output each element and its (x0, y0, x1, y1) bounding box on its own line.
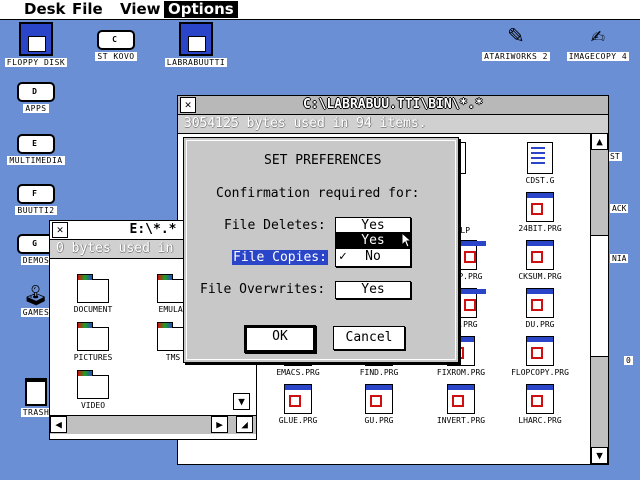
file-copies-popup-menu: Yes ✓ No (335, 232, 411, 267)
program-icon (526, 384, 554, 414)
drive-apps-icon[interactable]: D APPS (0, 82, 76, 113)
file-overwrites-label: File Overwrites: (200, 282, 326, 297)
file-item[interactable]: GLUE.PRG (263, 384, 333, 425)
program-icon (365, 384, 393, 414)
menu-bar: Desk File View Options (0, 0, 640, 20)
floppy-disk-icon[interactable]: FLOPPY DISK (0, 22, 76, 67)
atariworks-icon[interactable]: ✎ ATARIWORKS 2 (476, 20, 556, 61)
bin-window-titlebar[interactable]: ✕ C:\LABRABUU.TTI\BIN\*.* (178, 96, 608, 115)
drive-buutti2-icon[interactable]: F BUUTTI2 (0, 184, 76, 215)
scroll-up-icon[interactable]: ▲ (591, 133, 608, 150)
bin-scroll-thumb[interactable] (591, 235, 608, 357)
e-horizontal-scrollbar[interactable]: ◀ ▶ ◢ (50, 415, 256, 434)
scroll-down-icon[interactable]: ▼ (591, 447, 608, 464)
file-item[interactable]: GU.PRG (344, 384, 414, 425)
program-icon (526, 336, 554, 366)
bin-vertical-scrollbar[interactable]: ▲ ▼ (590, 133, 608, 464)
disk-glyph-icon (179, 22, 213, 56)
close-icon[interactable]: ✕ (52, 222, 68, 238)
imagecopy-icon[interactable]: ✍ IMAGECOPY 4 (558, 20, 638, 61)
program-icon (526, 240, 554, 270)
file-item[interactable]: LHARC.PRG (505, 384, 575, 425)
ok-button[interactable]: OK (244, 325, 316, 353)
dialog-subtitle: Confirmation required for: (216, 186, 420, 201)
popup-option-no[interactable]: ✓ No (336, 249, 410, 265)
folder-icon (77, 322, 109, 351)
file-item[interactable]: 24BIT.PRG (505, 192, 575, 233)
scroll-left-icon[interactable]: ◀ (50, 416, 67, 433)
menu-view[interactable]: View (116, 1, 165, 18)
pencil-icon: ✎ (507, 20, 525, 50)
mouse-pointer-icon (401, 232, 413, 248)
file-item[interactable]: CDST.G (505, 142, 575, 185)
resize-icon[interactable]: ◢ (236, 416, 253, 433)
checkmark-icon: ✓ (339, 249, 347, 264)
drive-multimedia-icon[interactable]: E MULTIMEDIA (0, 134, 76, 165)
dialog-title: SET PREFERENCES (264, 153, 382, 168)
joystick-icon: 🕹 (23, 283, 49, 307)
edge-label-c: NIA (610, 254, 629, 263)
program-icon (447, 384, 475, 414)
file-copies-label: File Copies: (232, 250, 328, 265)
menu-desk[interactable]: Desk (20, 1, 70, 18)
file-item[interactable]: INVERT.PRG (426, 384, 496, 425)
folder-icon (77, 274, 109, 303)
menu-options[interactable]: Options (164, 1, 238, 18)
edge-label-d: 0 (624, 356, 633, 365)
folder-item[interactable]: VIDEO (58, 369, 128, 410)
program-icon (459, 240, 486, 270)
folder-item[interactable]: PICTURES (58, 321, 128, 362)
program-icon (526, 192, 554, 222)
program-icon (526, 288, 554, 318)
edge-label-a: ST (608, 152, 622, 161)
drive-st-kovo-icon[interactable]: C ST KOVO (76, 30, 156, 61)
file-deletes-label: File Deletes: (224, 218, 326, 233)
set-preferences-dialog: SET PREFERENCES Confirmation required fo… (183, 137, 459, 363)
edge-label-b: ACK (610, 204, 629, 213)
document-icon (527, 142, 553, 174)
folder-item[interactable]: DOCUMENT (58, 273, 128, 314)
trash-can-glyph-icon (25, 378, 47, 406)
program-icon (284, 384, 312, 414)
folder-icon (77, 370, 109, 399)
bin-window-title: C:\LABRABUU.TTI\BIN\*.* (302, 97, 483, 112)
file-item[interactable]: FLOPCOPY.PRG (505, 336, 575, 377)
file-item[interactable]: DU.PRG (505, 288, 575, 329)
close-icon[interactable]: ✕ (180, 97, 196, 113)
scroll-down-icon[interactable]: ▼ (233, 393, 250, 410)
menu-file[interactable]: File (68, 1, 107, 18)
file-overwrites-field[interactable]: Yes (335, 281, 411, 299)
e-window-title: E:\*.* (129, 222, 177, 237)
popup-option-yes[interactable]: Yes (336, 233, 410, 249)
scroll-right-icon[interactable]: ▶ (211, 416, 228, 433)
hand-icon: ✍ (590, 21, 606, 49)
cancel-button[interactable]: Cancel (333, 326, 405, 350)
file-item[interactable]: CKSUM.PRG (505, 240, 575, 281)
program-icon (459, 288, 486, 318)
labrabuutti-folder-icon[interactable]: LABRABUUTTI (156, 22, 236, 67)
bin-window-info: 3054125 bytes used in 94 items. (178, 115, 608, 134)
floppy-disk-glyph-icon (19, 22, 53, 56)
